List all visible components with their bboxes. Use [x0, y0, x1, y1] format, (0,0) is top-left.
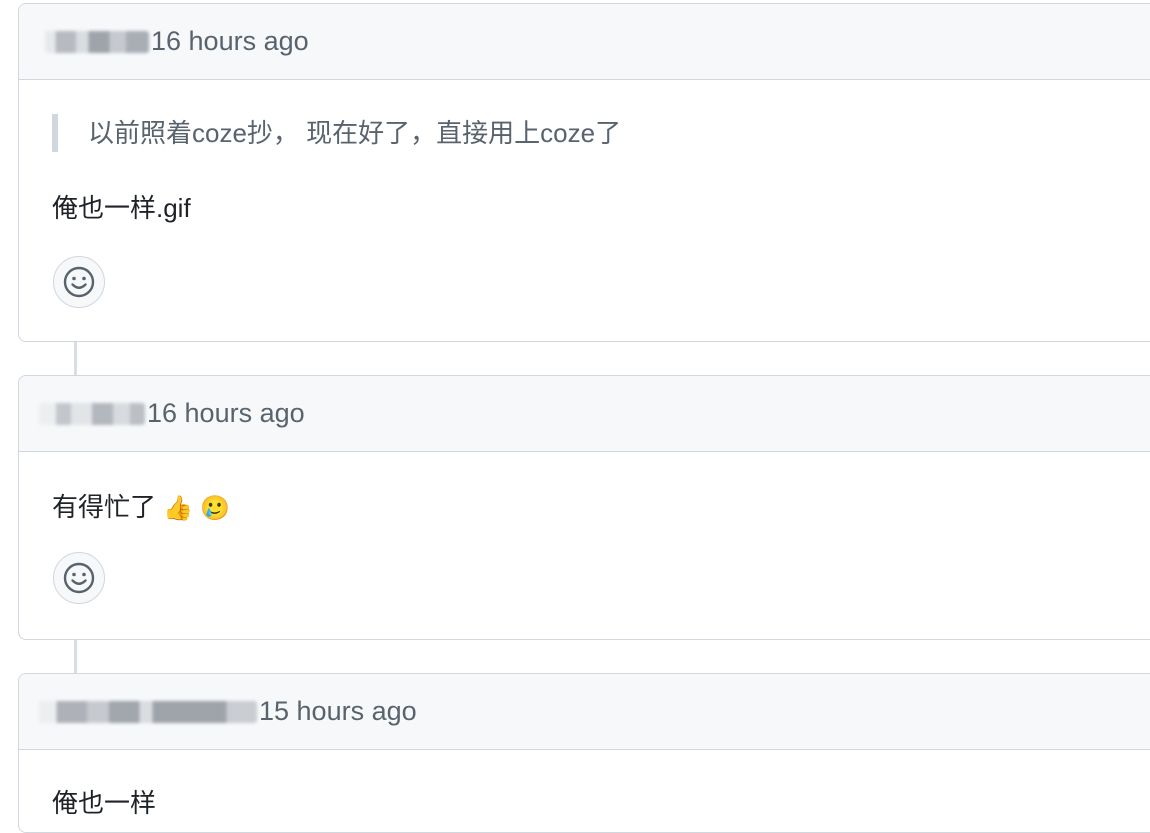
smiling-tear-emoji: 🥲	[200, 494, 231, 522]
comment-header: 15 hours ago	[19, 674, 1150, 750]
comment: 16 hours ago 以前照着coze抄， 现在好了，直接用上coze了 俺…	[18, 3, 1150, 342]
author-name-redacted[interactable]	[45, 30, 149, 53]
comment-text-content: 有得忙了	[52, 492, 157, 522]
timeline-connector	[74, 638, 77, 674]
timeline-connector	[74, 340, 77, 376]
thumbs-up-emoji: 👍	[163, 494, 194, 522]
comment-text: 有得忙了 👍 🥲	[52, 488, 230, 527]
comment-timestamp[interactable]: 16 hours ago	[147, 398, 305, 429]
comment-timestamp[interactable]: 15 hours ago	[259, 696, 417, 727]
comment: 15 hours ago 俺也一样	[18, 673, 1150, 833]
comment-body: 俺也一样	[19, 750, 1150, 832]
comment: 16 hours ago 有得忙了 👍 🥲	[18, 375, 1150, 640]
comment-header: 16 hours ago	[19, 4, 1150, 80]
comment-text: 俺也一样	[52, 788, 157, 818]
comment-body: 以前照着coze抄， 现在好了，直接用上coze了 俺也一样.gif	[19, 80, 1150, 341]
comment-text: 俺也一样.gif	[52, 193, 191, 223]
add-reaction-button[interactable]	[53, 552, 105, 604]
comment-header: 16 hours ago	[19, 376, 1150, 452]
comment-timestamp[interactable]: 16 hours ago	[151, 26, 309, 57]
author-name-redacted[interactable]	[39, 402, 145, 425]
blockquote: 以前照着coze抄， 现在好了，直接用上coze了	[52, 114, 621, 152]
comment-body: 有得忙了 👍 🥲	[19, 452, 1150, 639]
smiley-icon	[63, 266, 95, 298]
add-reaction-button[interactable]	[53, 256, 105, 308]
smiley-icon	[63, 562, 95, 594]
author-name-redacted[interactable]	[39, 700, 257, 723]
